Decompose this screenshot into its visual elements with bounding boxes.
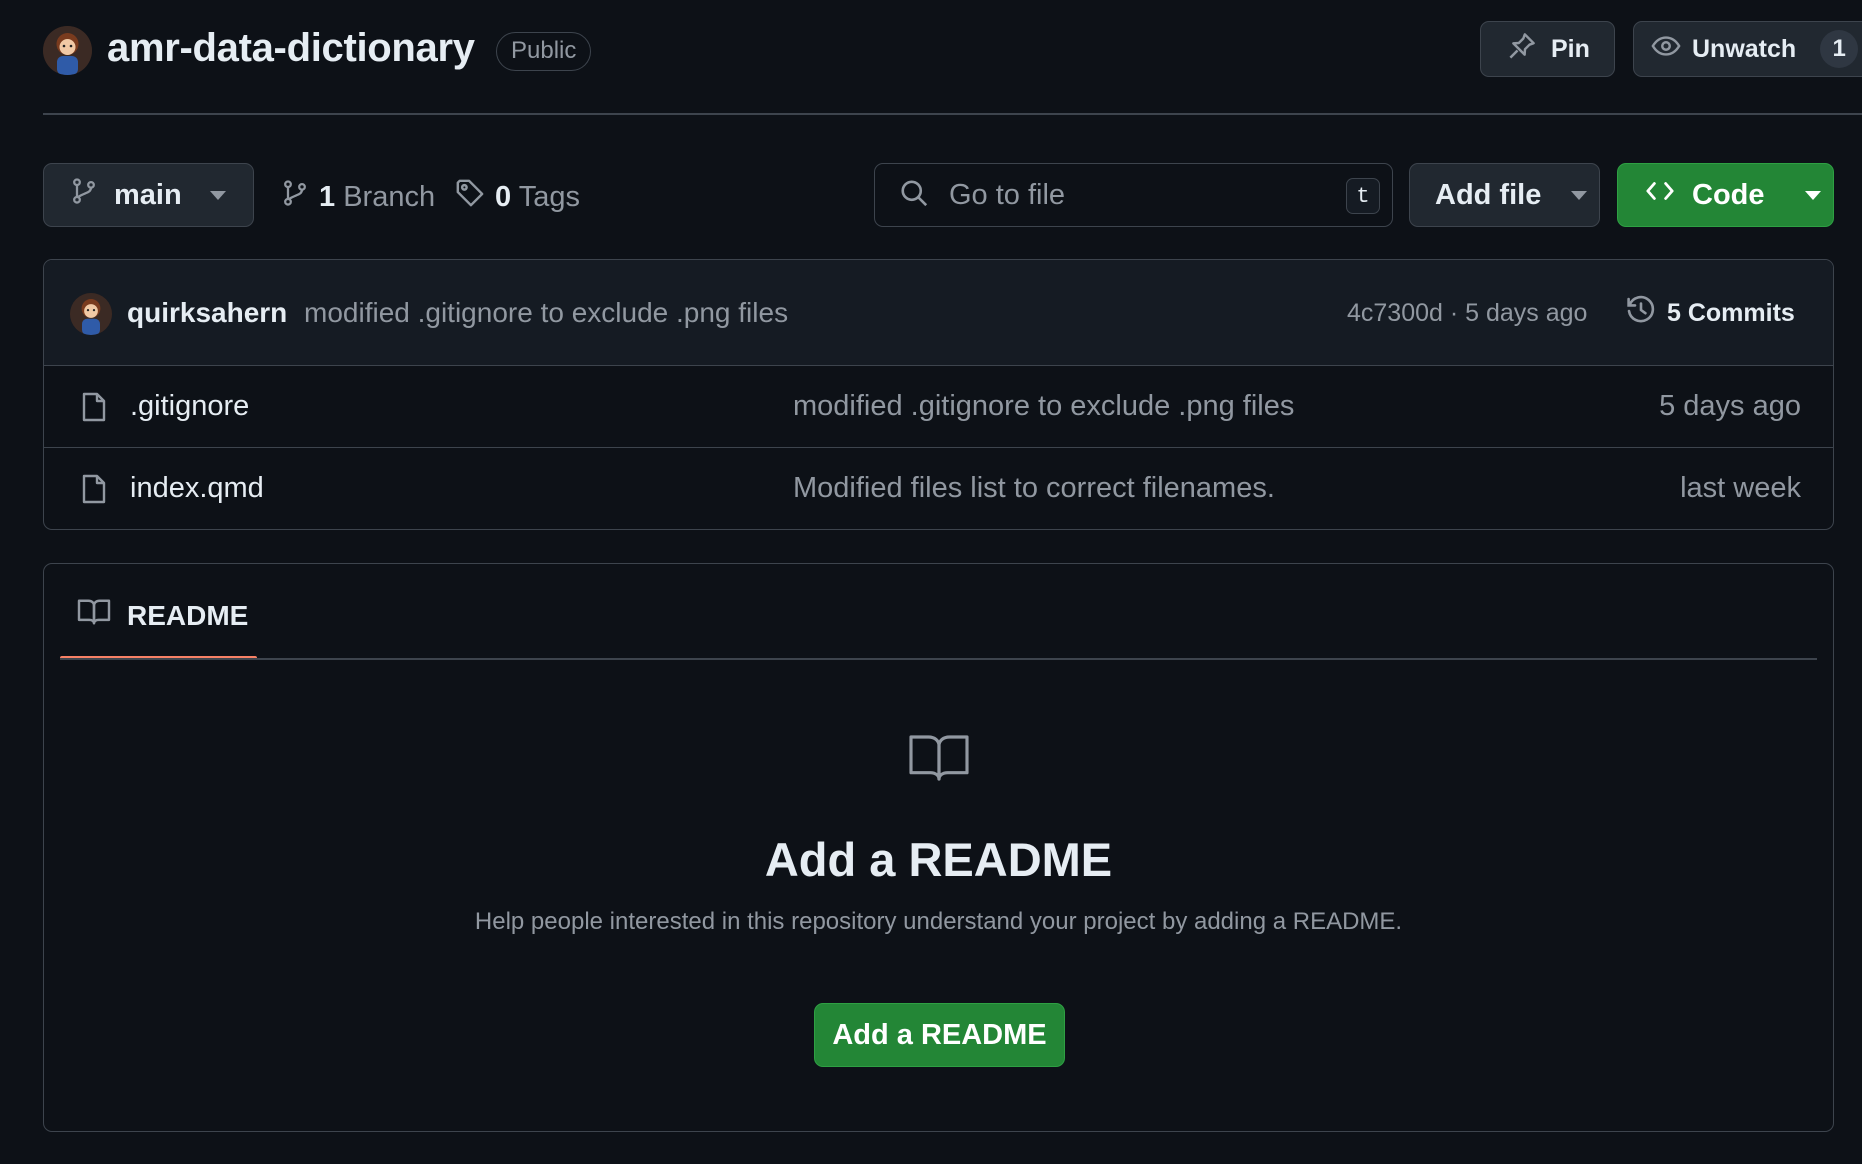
code-label: Code (1692, 178, 1765, 211)
repo-name[interactable]: amr-data-dictionary (107, 26, 475, 71)
tab-readme[interactable]: README (60, 564, 257, 660)
branch-count: 1 (319, 180, 336, 213)
search-icon (899, 178, 929, 213)
latest-commit-bar: quirksahern modified .gitignore to exclu… (44, 260, 1833, 366)
tag-label: Tags (518, 180, 580, 213)
file-icon (80, 391, 108, 428)
header-divider (43, 113, 1862, 115)
commit-hash-date[interactable]: 4c7300d · 5 days ago (1347, 299, 1587, 328)
add-readme-button[interactable]: Add a README (814, 1003, 1065, 1067)
tag-icon (455, 177, 485, 217)
eye-icon (1650, 31, 1682, 68)
code-icon (1644, 176, 1676, 214)
tag-count: 0 (495, 180, 512, 213)
branches-link[interactable]: 1 Branch (281, 177, 435, 217)
branch-name: main (114, 178, 182, 211)
watch-count: 1 (1820, 30, 1859, 68)
branch-selector[interactable]: main (43, 163, 254, 227)
code-button[interactable]: Code (1617, 163, 1834, 227)
pin-icon (1507, 31, 1537, 68)
file-table: quirksahern modified .gitignore to exclu… (43, 259, 1834, 530)
commit-message[interactable]: modified .gitignore to exclude .png file… (304, 297, 788, 329)
book-icon (906, 730, 972, 791)
tags-link[interactable]: 0 Tags (455, 177, 580, 217)
readme-panel: README Add a README Help people interest… (43, 563, 1834, 1132)
file-name[interactable]: index.qmd (130, 472, 264, 505)
go-to-file-search[interactable]: t (874, 163, 1393, 227)
pin-button[interactable]: Pin (1480, 21, 1615, 77)
history-icon (1625, 294, 1657, 333)
readme-tab-label: README (127, 599, 249, 631)
file-name[interactable]: .gitignore (130, 390, 249, 423)
commits-label: 5 Commits (1667, 299, 1795, 327)
visibility-badge: Public (496, 32, 592, 71)
file-row[interactable]: index.qmd Modified files list to correct… (44, 448, 1833, 529)
readme-empty-heading: Add a README (764, 833, 1113, 886)
chevron-down-icon (1571, 190, 1588, 200)
file-date: 5 days ago (1659, 390, 1801, 422)
repo-page: amr-data-dictionary Public Pin Unwatch 1 (0, 0, 1862, 1164)
unwatch-button[interactable]: Unwatch 1 (1633, 21, 1862, 77)
author-avatar[interactable] (70, 293, 112, 335)
add-file-button[interactable]: Add file (1409, 163, 1600, 227)
file-commit-message[interactable]: modified .gitignore to exclude .png file… (793, 390, 1294, 423)
file-row[interactable]: .gitignore modified .gitignore to exclud… (44, 366, 1833, 448)
add-file-label: Add file (1435, 178, 1542, 211)
search-input[interactable] (949, 178, 1329, 212)
branch-label: Branch (343, 180, 436, 213)
commits-history-link[interactable]: 5 Commits (1625, 294, 1795, 333)
chevron-down-icon (209, 190, 226, 200)
tab-divider (60, 658, 1817, 660)
file-date: last week (1680, 472, 1801, 504)
readme-empty-description: Help people interested in this repositor… (474, 908, 1403, 935)
chevron-down-icon (1804, 190, 1821, 200)
shortcut-key: t (1346, 178, 1380, 214)
unwatch-label: Unwatch (1692, 34, 1797, 63)
book-icon (77, 597, 111, 634)
owner-avatar[interactable] (43, 26, 92, 75)
file-commit-message[interactable]: Modified files list to correct filenames… (793, 472, 1275, 505)
git-branch-icon (70, 176, 98, 214)
file-icon (80, 473, 108, 510)
pin-label: Pin (1551, 34, 1590, 63)
commit-author[interactable]: quirksahern (127, 297, 287, 329)
git-branch-icon (281, 177, 309, 217)
